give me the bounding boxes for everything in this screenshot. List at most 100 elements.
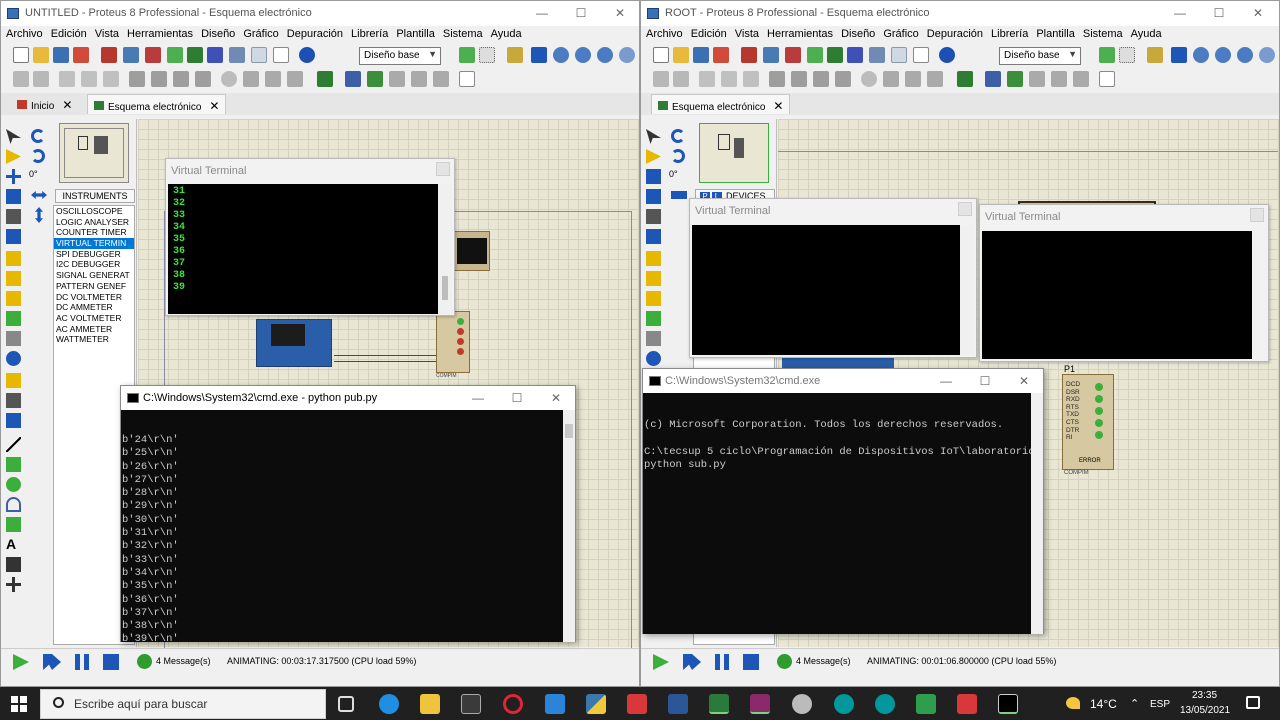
mirror-y-icon[interactable] bbox=[35, 207, 43, 223]
compim-right[interactable]: DCD DSR RXD RTS TXD CTS DTR RI ERROR bbox=[1062, 374, 1114, 470]
virtual-terminal-left[interactable]: Virtual Terminal 31 32 33 34 35 36 37 38 39 bbox=[165, 158, 455, 316]
gerber-icon[interactable] bbox=[869, 47, 885, 63]
make-device-icon[interactable] bbox=[243, 71, 259, 87]
menu-diseno[interactable]: Diseño bbox=[836, 27, 878, 40]
arduino-board[interactable] bbox=[256, 319, 332, 367]
zoom-area-icon[interactable] bbox=[1259, 47, 1275, 63]
text-icon[interactable]: A bbox=[6, 537, 21, 552]
origin-icon[interactable] bbox=[1147, 47, 1163, 63]
pick-device-icon[interactable] bbox=[221, 71, 237, 87]
zoom-all-icon[interactable] bbox=[597, 47, 613, 63]
bom-icon[interactable] bbox=[251, 47, 267, 63]
arduino-icon-2[interactable] bbox=[875, 694, 895, 714]
menu-plantilla[interactable]: Plantilla bbox=[1031, 27, 1078, 40]
copy-icon[interactable] bbox=[721, 71, 737, 87]
maximize-button[interactable]: ☐ bbox=[970, 372, 1000, 390]
selection-mode-icon[interactable] bbox=[646, 129, 661, 144]
decompose-icon[interactable] bbox=[287, 71, 303, 87]
vt-menu-button[interactable] bbox=[436, 162, 450, 176]
instrument-item[interactable]: LOGIC ANALYSER bbox=[54, 217, 134, 228]
cut-icon[interactable] bbox=[59, 71, 75, 87]
cmd-title-bar[interactable]: C:\Windows\System32\cmd.exe — ☐ ✕ bbox=[643, 369, 1043, 393]
stop-button[interactable] bbox=[103, 654, 119, 670]
chip-icon[interactable] bbox=[785, 47, 801, 63]
subcircuit-icon[interactable] bbox=[6, 251, 21, 266]
new-sheet-icon[interactable] bbox=[389, 71, 405, 87]
zoom-in-icon[interactable] bbox=[1193, 47, 1209, 63]
menu-edicion[interactable]: Edición bbox=[46, 27, 90, 40]
tab-esquema[interactable]: Esquema electrónico ✕ bbox=[651, 94, 791, 114]
terminals-icon[interactable] bbox=[646, 271, 661, 286]
weather-temp[interactable]: 14°C bbox=[1090, 697, 1117, 711]
text-script-icon[interactable] bbox=[6, 209, 21, 224]
python-icon[interactable] bbox=[586, 694, 606, 714]
symbol-icon[interactable] bbox=[6, 557, 21, 572]
tape-recorder-icon[interactable] bbox=[646, 331, 661, 346]
zoom-in-icon[interactable] bbox=[553, 47, 569, 63]
line-icon[interactable] bbox=[6, 437, 21, 452]
undo-icon[interactable] bbox=[13, 71, 29, 87]
junction-icon[interactable] bbox=[6, 169, 21, 184]
instrument-item[interactable]: WATTMETER bbox=[54, 334, 134, 345]
packaging-icon[interactable] bbox=[265, 71, 281, 87]
minimize-button[interactable]: — bbox=[463, 389, 493, 407]
menu-archivo[interactable]: Archivo bbox=[641, 27, 686, 40]
bom-icon[interactable] bbox=[891, 47, 907, 63]
play-button[interactable] bbox=[653, 654, 669, 670]
remove-sheet-icon[interactable] bbox=[411, 71, 427, 87]
language-indicator[interactable]: ESP bbox=[1150, 699, 1170, 710]
generator-icon[interactable] bbox=[646, 351, 661, 366]
tab-esquema[interactable]: Esquema electrónico ✕ bbox=[87, 94, 227, 114]
block-rotate-icon[interactable] bbox=[173, 71, 189, 87]
winrar-icon[interactable] bbox=[750, 694, 770, 714]
vt-menu-button[interactable] bbox=[958, 202, 972, 216]
circle-icon[interactable] bbox=[6, 477, 21, 492]
minimize-button[interactable]: — bbox=[931, 372, 961, 390]
rotation-value[interactable]: 0° bbox=[669, 169, 678, 179]
vt-screen[interactable]: 31 32 33 34 35 36 37 38 39 bbox=[168, 184, 438, 314]
cmd-output[interactable]: (c) Microsoft Corporation. Todos los der… bbox=[643, 393, 1031, 634]
mail-icon[interactable] bbox=[545, 694, 565, 714]
netlist-icon[interactable] bbox=[123, 47, 139, 63]
block-move-icon[interactable] bbox=[791, 71, 807, 87]
help-icon[interactable] bbox=[299, 47, 315, 63]
path-icon[interactable] bbox=[6, 517, 21, 532]
maximize-button[interactable]: ☐ bbox=[566, 4, 596, 22]
3d-view-icon[interactable] bbox=[847, 47, 863, 63]
block-move-icon[interactable] bbox=[151, 71, 167, 87]
instrument-item[interactable]: PATTERN GENEF bbox=[54, 281, 134, 292]
stop-button[interactable] bbox=[743, 654, 759, 670]
messages-count[interactable]: 4 Message(s) bbox=[796, 656, 851, 666]
paste-icon[interactable] bbox=[103, 71, 119, 87]
wire-autorouter-icon[interactable] bbox=[317, 71, 333, 87]
wire-label-icon[interactable] bbox=[646, 189, 661, 204]
open-folder-icon[interactable] bbox=[673, 47, 689, 63]
close-tab-icon[interactable]: ✕ bbox=[773, 99, 783, 113]
virtual-terminal-right-1[interactable]: Virtual Terminal bbox=[689, 198, 977, 358]
block-copy-icon[interactable] bbox=[129, 71, 145, 87]
new-sheet-icon[interactable] bbox=[1029, 71, 1045, 87]
graph-icon[interactable] bbox=[646, 311, 661, 326]
rotate-ccw-icon[interactable] bbox=[31, 149, 45, 163]
help-icon[interactable] bbox=[939, 47, 955, 63]
component-mode-icon[interactable] bbox=[6, 149, 21, 164]
close-button[interactable]: ✕ bbox=[1243, 4, 1273, 22]
vt-scrollbar[interactable] bbox=[960, 225, 974, 355]
marker-icon[interactable] bbox=[6, 577, 21, 592]
mirror-x-icon[interactable] bbox=[671, 191, 687, 199]
cmd-title-bar[interactable]: C:\Windows\System32\cmd.exe - python pub… bbox=[121, 386, 575, 410]
messages-icon[interactable] bbox=[777, 654, 792, 669]
new-file-icon[interactable] bbox=[653, 47, 669, 63]
close-button[interactable]: ✕ bbox=[1009, 372, 1039, 390]
menu-depuracion[interactable]: Depuración bbox=[922, 27, 986, 40]
new-file-icon[interactable] bbox=[13, 47, 29, 63]
exit-parent-icon[interactable] bbox=[1073, 71, 1089, 87]
menu-plantilla[interactable]: Plantilla bbox=[391, 27, 438, 40]
tray-chevron-icon[interactable]: ⌃ bbox=[1130, 697, 1139, 710]
property-tool-icon[interactable] bbox=[1007, 71, 1023, 87]
compim-left[interactable] bbox=[436, 311, 470, 373]
block-copy-icon[interactable] bbox=[769, 71, 785, 87]
task-view-icon[interactable] bbox=[338, 696, 354, 712]
origin-icon[interactable] bbox=[507, 47, 523, 63]
copy-icon[interactable] bbox=[81, 71, 97, 87]
